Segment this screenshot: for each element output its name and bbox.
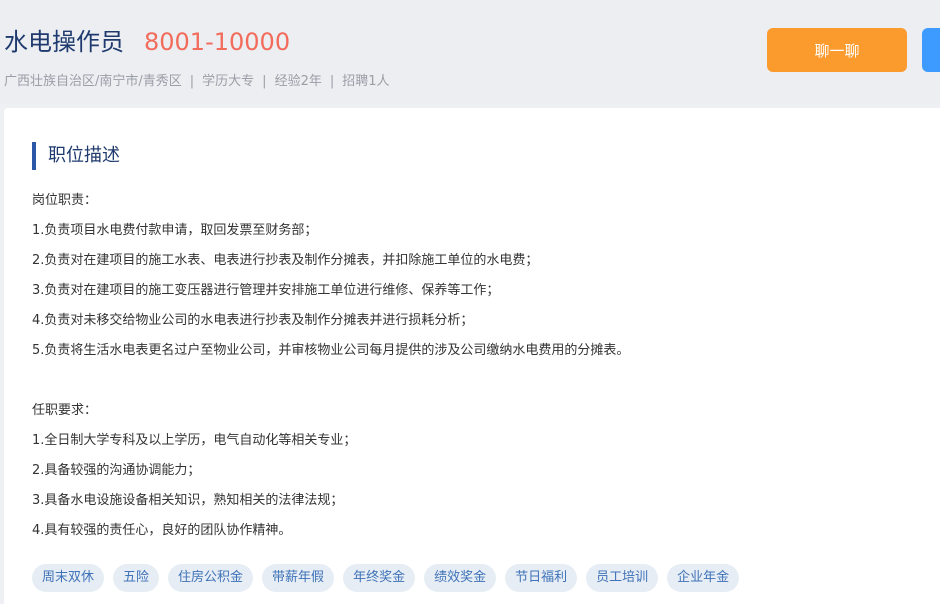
requirement-item: 4.具有较强的责任心，良好的团队协作精神。 bbox=[32, 523, 292, 538]
requirement-item: 3.具备水电设施设备相关知识，熟知相关的法律法规； bbox=[32, 493, 344, 508]
benefit-tag: 员工培训 bbox=[586, 564, 659, 592]
apply-button[interactable] bbox=[922, 28, 940, 72]
job-description-card: 职位描述 岗位职责： 1.负责项目水电费付款申请，取回发票至财务部； 2.负责对… bbox=[4, 108, 940, 604]
job-location: 广西壮族自治区/南宁市/青秀区 bbox=[4, 74, 182, 89]
job-openings: 招聘1人 bbox=[342, 74, 390, 89]
benefit-tag: 五险 bbox=[113, 564, 160, 592]
requirements-heading: 任职要求： bbox=[32, 403, 98, 418]
benefit-tag: 绩效奖金 bbox=[424, 564, 497, 592]
job-meta: 广西壮族自治区/南宁市/青秀区 | 学历大专 | 经验2年 | 招聘1人 bbox=[4, 70, 390, 89]
benefit-tag: 周末双休 bbox=[32, 564, 105, 592]
benefit-tags: 周末双休 五险 住房公积金 带薪年假 年终奖金 绩效奖金 节日福利 员工培训 企… bbox=[32, 564, 740, 592]
requirement-item: 2.具备较强的沟通协调能力； bbox=[32, 463, 201, 478]
job-title: 水电操作员 bbox=[4, 28, 124, 56]
job-education: 学历大专 bbox=[202, 74, 255, 89]
benefit-tag: 企业年金 bbox=[667, 564, 740, 592]
meta-separator: | bbox=[189, 74, 195, 89]
benefit-tag: 带薪年假 bbox=[262, 564, 335, 592]
requirement-item: 1.全日制大学专科及以上学历，电气自动化等相关专业； bbox=[32, 433, 357, 448]
chat-button[interactable]: 聊一聊 bbox=[767, 28, 907, 72]
duty-item: 1.负责项目水电费付款申请，取回发票至财务部； bbox=[32, 223, 318, 238]
job-description: 岗位职责： 1.负责项目水电费付款申请，取回发票至财务部； 2.负责对在建项目的… bbox=[32, 191, 912, 551]
duty-item: 4.负责对未移交给物业公司的水电表进行抄表及制作分摊表并进行损耗分析； bbox=[32, 313, 474, 328]
job-header: 水电操作员 8001-10000 广西壮族自治区/南宁市/青秀区 | 学历大专 | 经验… bbox=[0, 0, 940, 104]
benefit-tag: 节日福利 bbox=[505, 564, 578, 592]
job-title-row: 水电操作员 8001-10000 bbox=[4, 22, 290, 57]
meta-separator: | bbox=[262, 74, 267, 89]
salary-range: 8001-10000 bbox=[144, 28, 291, 56]
duty-item: 5.负责将生活水电表更名过户至物业公司，并审核物业公司每月提供的涉及公司缴纳水电… bbox=[32, 343, 630, 358]
benefit-tag: 年终奖金 bbox=[343, 564, 416, 592]
benefit-tag: 住房公积金 bbox=[168, 564, 254, 592]
section-title: 职位描述 bbox=[32, 142, 120, 170]
meta-separator: | bbox=[329, 74, 335, 89]
job-experience: 经验2年 bbox=[274, 74, 322, 89]
duty-item: 2.负责对在建项目的施工水表、电表进行抄表及制作分摊表，并扣除施工单位的水电费； bbox=[32, 253, 539, 268]
duty-item: 3.负责对在建项目的施工变压器进行管理并安排施工单位进行维修、保养等工作； bbox=[32, 283, 500, 298]
duties-heading: 岗位职责： bbox=[32, 193, 98, 208]
